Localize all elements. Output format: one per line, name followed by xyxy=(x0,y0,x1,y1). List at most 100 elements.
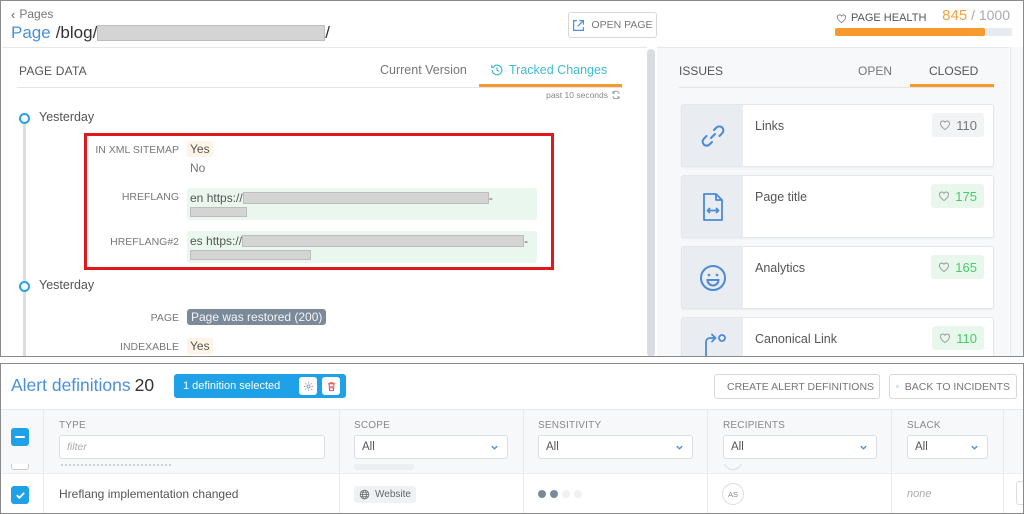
tab-tracked-changes[interactable]: Tracked Changes xyxy=(490,63,607,77)
open-page-label: OPEN PAGE xyxy=(591,19,653,31)
row-action-button[interactable] xyxy=(1016,481,1023,505)
recipient-avatar-clipped xyxy=(723,464,743,470)
create-alert-definitions-label: CREATE ALERT DEFINITIONS xyxy=(727,380,875,393)
column-divider xyxy=(523,409,524,513)
type-filter-input[interactable]: filter xyxy=(59,435,325,459)
panel-scrollbar[interactable] xyxy=(647,49,655,356)
row-checkbox[interactable] xyxy=(11,464,29,470)
page-health-score: 845 / 1000 xyxy=(942,7,1010,24)
issue-score-value: 110 xyxy=(956,330,977,346)
heart-icon xyxy=(940,120,951,131)
column-header-type: TYPE xyxy=(59,420,86,431)
page-data-title: PAGE DATA xyxy=(19,64,87,78)
edit-selected-button[interactable] xyxy=(299,377,317,395)
issue-icon-box xyxy=(682,247,743,308)
scope-selected: All xyxy=(362,441,375,453)
page-detail-panel: ‹ Pages Page /blog/ / OPEN PAGE PAGE HEA… xyxy=(0,0,1024,357)
selection-bar: 1 definition selected xyxy=(174,374,346,398)
refresh-icon xyxy=(612,90,620,100)
issue-score-value: 165 xyxy=(955,259,977,275)
issue-score-value: 110 xyxy=(956,117,977,133)
issue-icon-box xyxy=(682,105,743,166)
scope-value: Website xyxy=(375,489,411,500)
scope-pill: Website xyxy=(354,486,416,503)
divider xyxy=(679,87,994,88)
select-all-checkbox[interactable] xyxy=(11,428,29,446)
column-divider xyxy=(339,409,340,513)
page-health-text: PAGE HEALTH xyxy=(851,12,927,24)
issue-icon-box xyxy=(682,318,743,356)
chevron-left-icon: ‹ xyxy=(11,6,16,22)
issue-icon-box xyxy=(682,176,743,237)
chevron-down-icon xyxy=(971,445,978,450)
recipient-avatar[interactable]: AS xyxy=(722,483,744,505)
page-health-label: PAGE HEALTH xyxy=(836,12,926,24)
page-health-bar xyxy=(835,28,1012,36)
scope-pill-clipped xyxy=(354,464,414,470)
scope-select[interactable]: All xyxy=(354,435,508,459)
annotation-highlight-box xyxy=(84,133,554,270)
issue-card-analytics[interactable]: Analytics 165 xyxy=(681,246,994,309)
sensitivity-dot-empty xyxy=(562,490,570,498)
link-icon xyxy=(701,124,724,147)
issue-card-canonical-link[interactable]: Canonical Link 110 xyxy=(681,317,994,356)
tab-open-issues[interactable]: OPEN xyxy=(858,64,892,78)
issues-title: ISSUES xyxy=(679,64,724,78)
page-path-prefix: /blog/ xyxy=(55,23,98,42)
timeline-node xyxy=(19,281,30,292)
history-icon xyxy=(491,64,503,76)
issue-card-links[interactable]: Links 110 xyxy=(681,104,994,167)
delete-selected-button[interactable] xyxy=(322,377,340,395)
page-path-suffix: / xyxy=(325,23,331,42)
health-score-max: / 1000 xyxy=(971,7,1010,23)
refresh-status[interactable]: past 10 seconds xyxy=(546,90,621,100)
create-alert-definitions-button[interactable]: CREATE ALERT DEFINITIONS xyxy=(714,374,880,399)
gear-icon xyxy=(303,381,313,391)
back-to-incidents-label: BACK TO INCIDENTS xyxy=(904,380,1010,393)
issue-score: 110 xyxy=(932,113,984,137)
column-header-scope: SCOPE xyxy=(354,420,391,431)
page-title-label: Page xyxy=(11,23,51,42)
recipients-select[interactable]: All xyxy=(723,435,877,459)
row-checkbox[interactable] xyxy=(11,486,29,504)
tab-closed-issues[interactable]: CLOSED xyxy=(929,64,978,78)
sensitivity-indicator xyxy=(538,490,582,498)
sensitivity-selected: All xyxy=(546,441,559,453)
slack-value: none xyxy=(907,488,932,500)
table-header: TYPE filter SCOPE All SENSITIVITY All RE… xyxy=(1,409,1023,464)
external-link-icon xyxy=(573,19,585,31)
slack-selected: All xyxy=(915,441,928,453)
heart-icon xyxy=(940,333,951,344)
table-row[interactable]: Hreflang implementation changed Website … xyxy=(1,475,1023,513)
heart-icon xyxy=(836,13,847,23)
issue-name: Analytics xyxy=(755,261,806,275)
open-page-button[interactable]: OPEN PAGE xyxy=(568,12,657,38)
page-title: Page /blog/ / xyxy=(11,23,330,43)
indeterminate-icon xyxy=(15,435,25,439)
issue-card-page-title[interactable]: Page title 175 xyxy=(681,175,994,238)
column-divider xyxy=(707,409,708,513)
back-to-pages-link[interactable]: ‹ Pages xyxy=(11,7,53,21)
divider xyxy=(17,87,622,88)
timeline-date: Yesterday xyxy=(39,110,95,124)
issue-name: Links xyxy=(755,119,785,133)
issue-score-value: 175 xyxy=(955,188,977,204)
sensitivity-select[interactable]: All xyxy=(538,435,693,459)
tab-current-version[interactable]: Current Version xyxy=(380,63,467,77)
checkmark-icon xyxy=(15,491,25,499)
issue-score: 175 xyxy=(931,184,984,208)
alert-type: Hreflang implementation changed xyxy=(59,487,239,501)
indexable-value: Yes xyxy=(187,338,213,354)
column-divider xyxy=(891,409,892,513)
code-file-icon xyxy=(702,192,723,221)
timeline-node xyxy=(19,113,30,124)
redirect-icon xyxy=(704,333,726,356)
back-to-incidents-button[interactable]: BACK TO INCIDENTS xyxy=(889,374,1017,399)
table-row-partial xyxy=(1,464,1023,474)
issue-score: 165 xyxy=(931,255,984,279)
globe-icon xyxy=(359,489,370,500)
tab-tracked-changes-label: Tracked Changes xyxy=(509,63,608,77)
column-header-sensitivity: SENSITIVITY xyxy=(538,420,602,431)
slack-select[interactable]: All xyxy=(907,435,988,459)
issue-name: Page title xyxy=(755,190,808,204)
